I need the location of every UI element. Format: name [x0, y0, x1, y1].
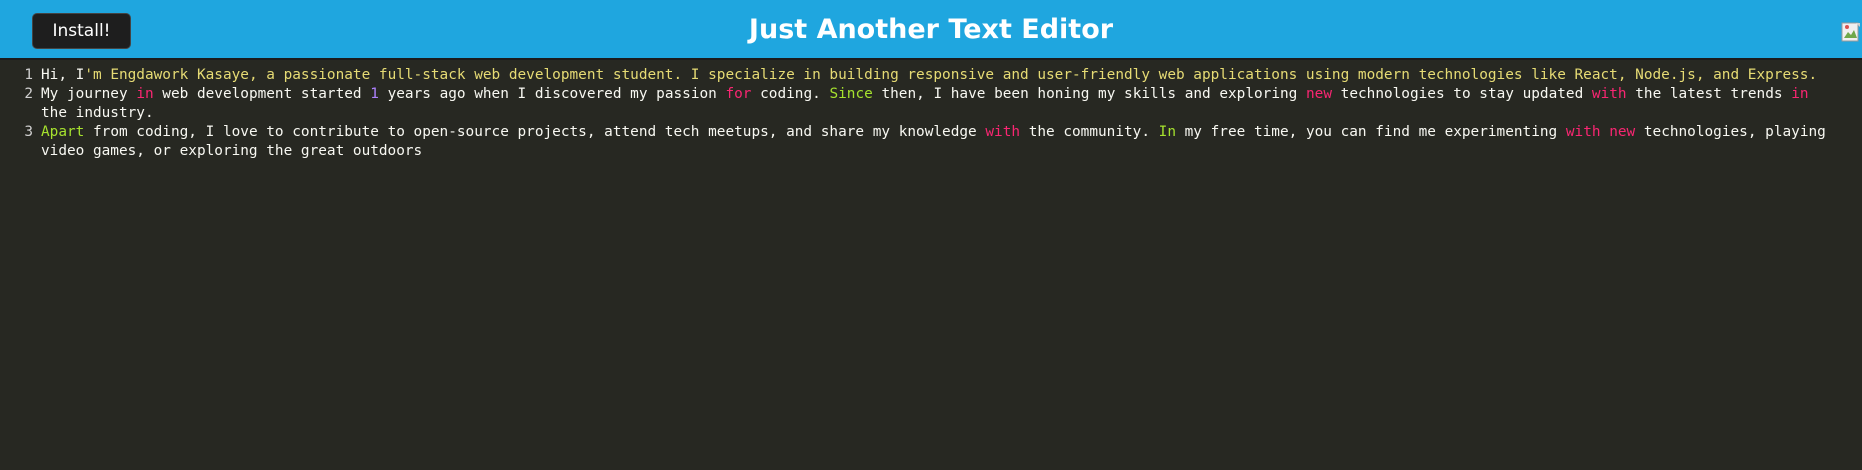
code-token: technologies to stay updated	[1332, 86, 1592, 102]
editor-line[interactable]: 2 My journey in web development started 1…	[0, 85, 1862, 123]
editor-line[interactable]: 1 Hi, I'm Engdawork Kasaye, a passionate …	[0, 66, 1862, 85]
line-content[interactable]: Hi, I'm Engdawork Kasaye, a passionate f…	[41, 66, 1862, 85]
code-token: then, I have been honing my skills and e…	[872, 86, 1306, 102]
code-token: for	[725, 86, 752, 102]
code-token: the latest trends	[1626, 86, 1792, 102]
code-token: in	[1791, 86, 1809, 102]
code-token: coding.	[751, 86, 830, 102]
line-number: 2	[24, 86, 33, 102]
code-token: in	[136, 86, 154, 102]
app-header: Install! Just Another Text Editor	[0, 0, 1862, 60]
line-number: 1	[24, 67, 33, 83]
install-button[interactable]: Install!	[32, 13, 131, 49]
code-token: with	[1591, 86, 1627, 102]
code-token: my free time, you can find me experiment…	[1175, 124, 1566, 140]
code-token: from coding, I love to contribute to ope…	[84, 124, 986, 140]
code-token: years ago when I discovered my passion	[378, 86, 726, 102]
line-number: 3	[24, 124, 33, 140]
code-token: new	[1306, 86, 1332, 102]
code-editor[interactable]: 1 Hi, I'm Engdawork Kasaye, a passionate …	[0, 60, 1862, 470]
code-token: with	[1565, 124, 1601, 140]
code-token: Apart	[41, 124, 85, 140]
editor-line[interactable]: 3 Apart from coding, I love to contribute…	[0, 123, 1862, 161]
code-token: Since	[829, 86, 873, 102]
code-token: web development started	[153, 86, 371, 102]
code-token: 1	[370, 86, 379, 102]
line-content[interactable]: My journey in web development started 1 …	[41, 85, 1862, 123]
code-token: In	[1158, 124, 1176, 140]
app-title: Just Another Text Editor	[748, 13, 1114, 45]
code-token: Hi, I	[41, 67, 85, 83]
code-token: the community.	[1020, 124, 1159, 140]
code-token: My journey	[41, 86, 137, 102]
line-content[interactable]: Apart from coding, I love to contribute …	[41, 123, 1862, 161]
code-token: 'm Engdawork Kasaye, a passionate full-s…	[84, 67, 1818, 83]
broken-image-icon	[1841, 22, 1860, 42]
code-token: new	[1609, 124, 1636, 140]
code-token: with	[985, 124, 1021, 140]
